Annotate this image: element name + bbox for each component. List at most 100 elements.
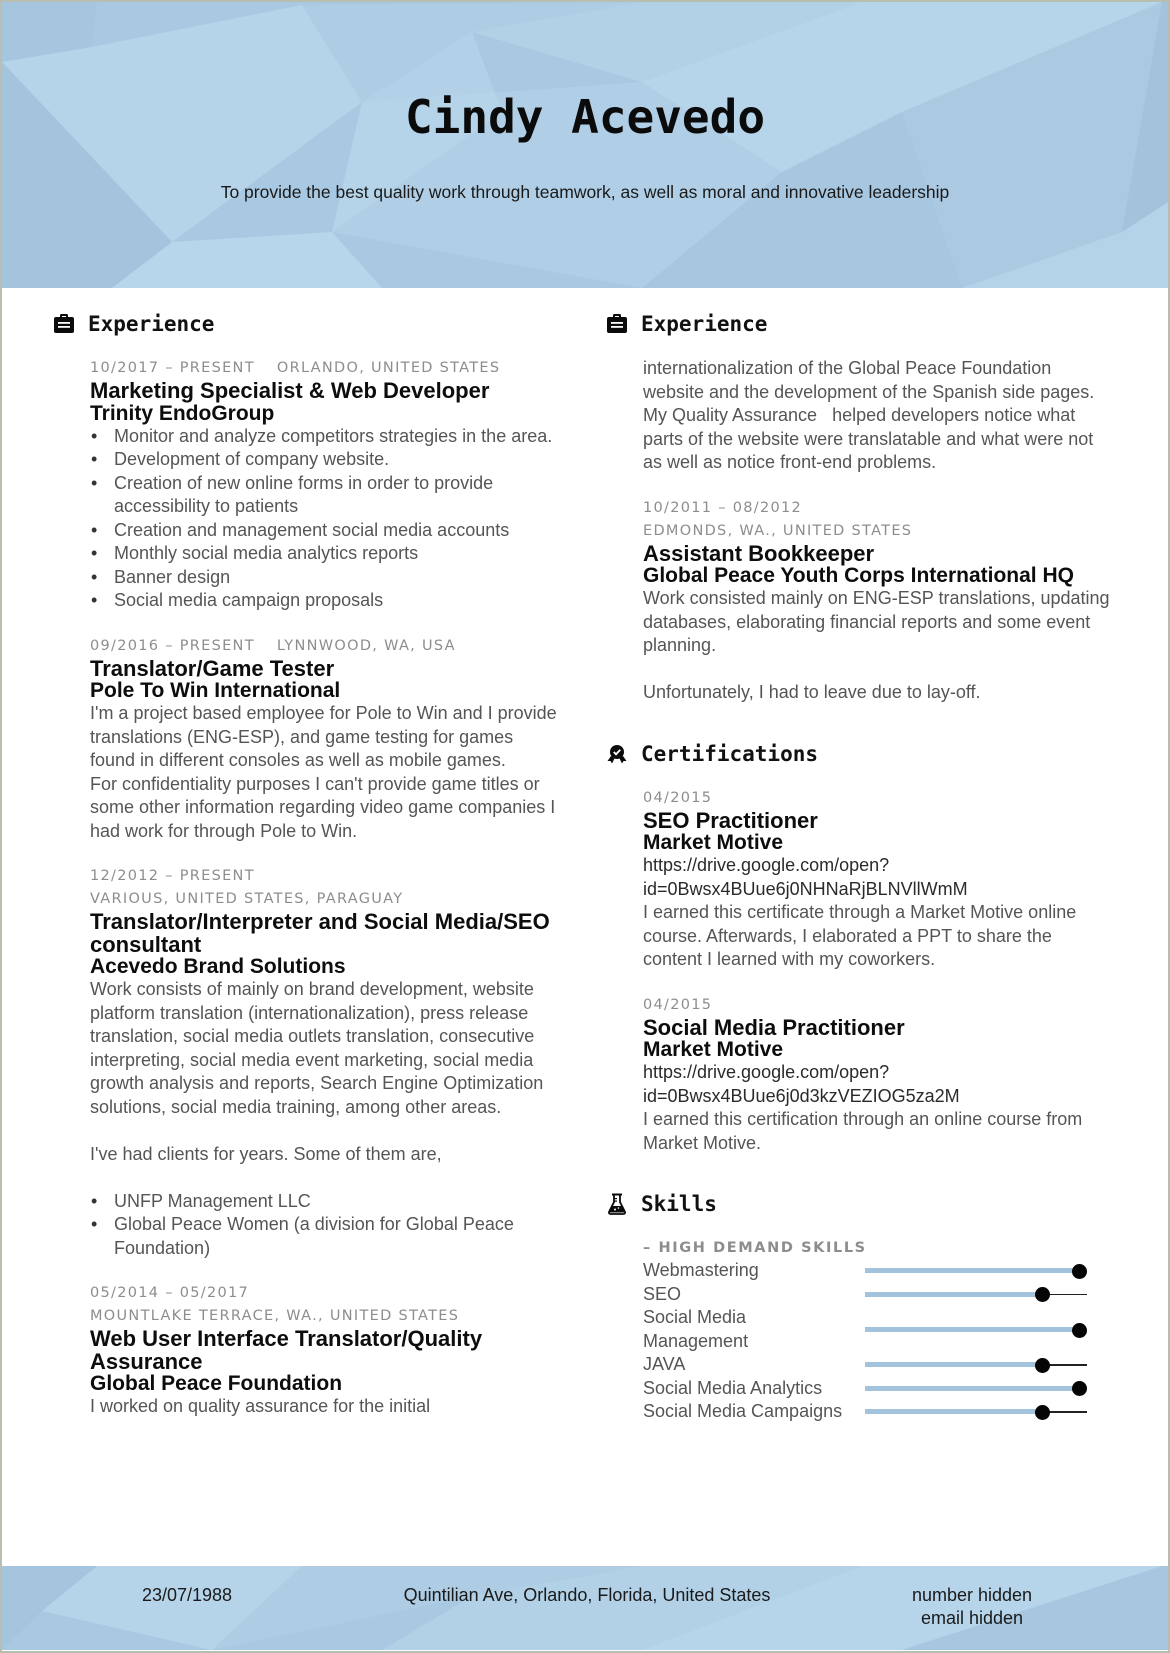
entry-meta: 09/2016 – PRESENT LYNNWOOD, WA, USA bbox=[90, 635, 562, 658]
entry-dates: 10/2011 – 08/2012 bbox=[643, 499, 803, 516]
section-title: Experience bbox=[88, 312, 215, 336]
bullet-item: Global Peace Women (a division for Globa… bbox=[91, 1213, 562, 1260]
skill-name: Webmastering bbox=[643, 1260, 759, 1280]
skill-fill bbox=[865, 1385, 1079, 1391]
skill-name: SEO bbox=[643, 1283, 682, 1304]
entry-organization: Trinity EndoGroup bbox=[90, 401, 275, 425]
experience-entry: 10/2017 – PRESENT ORLANDO, UNITED STATES … bbox=[90, 357, 562, 613]
experience-entry: 05/2014 – 05/2017 MOUNTLAKE TERRACE, WA.… bbox=[90, 1282, 562, 1419]
skill-fill bbox=[865, 1327, 1079, 1332]
briefcase-icon bbox=[52, 312, 76, 336]
skill-row: Social Media Analytics bbox=[643, 1377, 1115, 1401]
cert-link-id[interactable]: id=0Bwsx4BUue6j0d3kzVEZIOG5za2M bbox=[643, 1085, 1115, 1109]
cert-link[interactable]: https://drive.google.com/open? bbox=[643, 854, 1115, 878]
cert-issuer: Market Motive bbox=[643, 831, 784, 854]
skill-row: Social Media Campaigns bbox=[643, 1400, 1115, 1424]
section-title: Experience bbox=[641, 312, 768, 336]
cert-link-id[interactable]: id=0Bwsx4BUue6j0NHNaRjBLNVllWmM bbox=[643, 878, 1115, 902]
section-title: Certifications bbox=[641, 741, 819, 766]
skill-knob bbox=[1071, 1263, 1087, 1279]
entry-role: Assistant Bookkeeper bbox=[643, 540, 875, 566]
cert-description: I earned this certificate through a Mark… bbox=[643, 902, 1077, 969]
client-list: UNFP Management LLC Global Peace Women (… bbox=[90, 1190, 562, 1261]
entry-bullets: Monitor and analyze competitors strategi… bbox=[90, 425, 562, 613]
skill-level-bar bbox=[865, 1404, 1087, 1420]
skill-name: Social Media Campaigns bbox=[643, 1401, 843, 1421]
entry-location: EDMONDS, WA., UNITED STATES bbox=[643, 522, 913, 539]
section-title: Skills bbox=[641, 1192, 717, 1216]
bullet-item: Monthly social media analytics reports bbox=[91, 542, 562, 566]
entry-location: LYNNWOOD, WA, USA bbox=[276, 637, 456, 654]
skill-level-bar bbox=[865, 1357, 1087, 1373]
entry-description: I'm a project based employee for Pole to… bbox=[90, 703, 557, 770]
section-header-experience: Experience bbox=[52, 305, 562, 343]
skill-fill bbox=[865, 1362, 1043, 1368]
flask-icon bbox=[605, 1192, 629, 1216]
skill-knob bbox=[1035, 1357, 1051, 1373]
bullet-item: Monitor and analyze competitors strategi… bbox=[91, 425, 562, 449]
skill-row: SEO bbox=[643, 1283, 1115, 1307]
section-header-experience-continued: Experience bbox=[605, 305, 1115, 343]
birthdate: 23/07/1988 bbox=[141, 1585, 233, 1605]
entry-meta: 10/2017 – PRESENT ORLANDO, UNITED STATES bbox=[90, 357, 562, 380]
left-column: Experience 10/2017 – PRESENT ORLANDO, UNI… bbox=[52, 305, 562, 1441]
entry-description: For confidentiality purposes I can't pro… bbox=[90, 773, 556, 841]
entry-role: Web User Interface Translator/Quality As… bbox=[90, 1326, 483, 1374]
right-column: Experience internationalization of the G… bbox=[605, 305, 1115, 1424]
skill-knob bbox=[1035, 1404, 1051, 1420]
skill-name: Social Media Management bbox=[643, 1307, 749, 1351]
bullet-item: Creation of new online forms in order to… bbox=[91, 472, 562, 519]
address: Quintilian Ave, Orlando, Florida, United… bbox=[403, 1585, 771, 1605]
entry-organization: Acevedo Brand Solutions bbox=[90, 955, 346, 978]
entry-dates: 10/2017 – PRESENT bbox=[90, 360, 255, 376]
skill-row: JAVA bbox=[643, 1353, 1115, 1377]
bullet-item: Banner design bbox=[91, 566, 562, 590]
skills-list: Webmastering SEO Social Media Management… bbox=[643, 1259, 1115, 1424]
entry-description: Work consists of mainly on brand develop… bbox=[90, 979, 544, 1117]
skill-fill bbox=[865, 1409, 1043, 1415]
skill-knob bbox=[1071, 1322, 1087, 1338]
skill-name: Social Media Analytics bbox=[643, 1377, 823, 1398]
objective-tagline: To provide the best quality work through… bbox=[220, 182, 950, 202]
entry-description: I worked on quality assurance for the in… bbox=[90, 1396, 431, 1416]
cert-link[interactable]: https://drive.google.com/open? bbox=[643, 1061, 1115, 1085]
skill-level-bar bbox=[865, 1287, 1087, 1303]
experience-entry: 10/2011 – 08/2012 EDMONDS, WA., UNITED S… bbox=[643, 497, 1115, 705]
cert-title: Social Media Practitioner bbox=[643, 1014, 905, 1040]
entry-dates: 12/2012 – PRESENT bbox=[90, 868, 255, 884]
cert-issuer: Market Motive bbox=[643, 1038, 784, 1061]
email: email hidden bbox=[920, 1608, 1024, 1628]
section-header-skills: Skills bbox=[605, 1185, 1115, 1223]
skill-knob bbox=[1071, 1381, 1087, 1397]
candidate-name: Cindy Acevedo bbox=[404, 90, 766, 144]
certification-entry: 04/2015 Social Media Practitioner Market… bbox=[643, 994, 1115, 1156]
bullet-item: Creation and management social media acc… bbox=[91, 519, 562, 543]
skill-row: Social Media Management bbox=[643, 1306, 1115, 1353]
phone: number hidden bbox=[911, 1585, 1033, 1605]
cert-description: I earned this certification through an o… bbox=[643, 1109, 1083, 1153]
skill-level-bar bbox=[865, 1263, 1087, 1279]
cert-date: 04/2015 bbox=[643, 996, 713, 1013]
polygon-background bbox=[2, 2, 1168, 288]
entry-location: MOUNTLAKE TERRACE, WA., UNITED STATES bbox=[90, 1308, 460, 1324]
bullet-item: Development of company website. bbox=[91, 448, 562, 472]
skill-knob bbox=[1035, 1287, 1051, 1303]
entry-organization: Pole To Win International bbox=[90, 679, 341, 702]
section-header-certifications: Certifications bbox=[605, 735, 1115, 773]
entry-role: Marketing Specialist & Web Developer bbox=[90, 378, 490, 403]
skill-name: JAVA bbox=[643, 1354, 686, 1374]
entry-location: VARIOUS, UNITED STATES, PARAGUAY bbox=[90, 891, 404, 907]
entry-role: Translator/Interpreter and Social Media/… bbox=[90, 909, 550, 957]
experience-entry: 12/2012 – PRESENT VARIOUS, UNITED STATES… bbox=[90, 865, 562, 1260]
entry-organization: Global Peace Foundation bbox=[90, 1372, 343, 1395]
skill-level-bar bbox=[865, 1381, 1087, 1397]
entry-description: internationalization of the Global Peace… bbox=[643, 358, 1100, 472]
bullet-item: UNFP Management LLC bbox=[91, 1190, 562, 1214]
header-banner: Cindy Acevedo To provide the best qualit… bbox=[2, 2, 1168, 288]
experience-continuation: internationalization of the Global Peace… bbox=[643, 357, 1115, 475]
cert-title: SEO Practitioner bbox=[643, 807, 818, 833]
skill-fill bbox=[865, 1291, 1043, 1297]
certification-entry: 04/2015 SEO Practitioner Market Motive h… bbox=[643, 787, 1115, 972]
bullet-item: Social media campaign proposals bbox=[91, 589, 562, 613]
entry-dates: 09/2016 – PRESENT bbox=[90, 637, 255, 654]
